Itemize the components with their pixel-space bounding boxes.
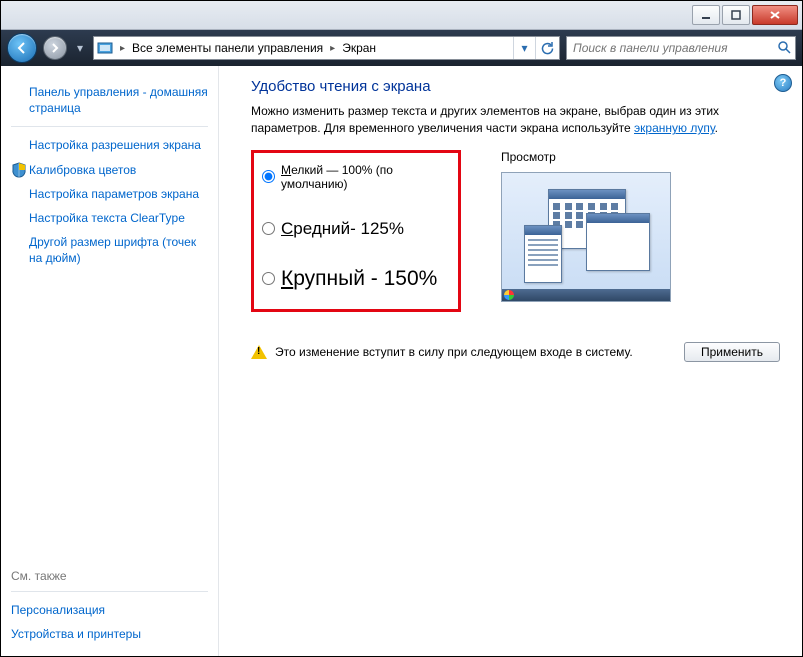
breadcrumb-segment[interactable]: Экран xyxy=(341,41,377,55)
separator xyxy=(11,591,208,592)
option-medium[interactable]: Средний- 125% xyxy=(262,219,450,239)
back-button[interactable] xyxy=(7,33,37,63)
option-label: Мелкий — 100% (по умолчанию) xyxy=(281,163,450,191)
radio-medium[interactable] xyxy=(262,222,275,235)
size-options-group: Мелкий — 100% (по умолчанию) Средний- 12… xyxy=(251,150,461,312)
preview-image xyxy=(501,172,671,302)
magnifier-link[interactable]: экранную лупу xyxy=(634,121,715,135)
preview-column: Просмотр xyxy=(501,150,671,312)
page-description: Можно изменить размер текста и других эл… xyxy=(251,103,780,138)
forward-button[interactable] xyxy=(43,36,67,60)
control-panel-home-link[interactable]: Панель управления - домашняя страница xyxy=(11,80,208,120)
preview-label: Просмотр xyxy=(501,150,671,164)
shield-icon xyxy=(11,162,27,178)
location-icon xyxy=(96,39,114,57)
breadcrumb-segment[interactable]: Все элементы панели управления xyxy=(131,41,324,55)
sidebar-link-resolution[interactable]: Настройка разрешения экрана xyxy=(11,133,208,157)
page-title: Удобство чтения с экрана xyxy=(251,78,780,95)
sidebar-link-calibrate[interactable]: Калибровка цветов xyxy=(29,158,136,182)
warning-text: Это изменение вступит в силу при следующ… xyxy=(275,345,633,359)
option-label: Крупный - 150% xyxy=(281,267,437,291)
see-also-heading: См. также xyxy=(11,569,208,585)
navigation-bar: ▾ ▸ Все элементы панели управления ▸ Экр… xyxy=(1,30,802,66)
search-input[interactable] xyxy=(571,40,777,56)
warning-icon xyxy=(251,345,267,359)
desc-text-end: . xyxy=(715,121,718,135)
control-panel-window: ▾ ▸ Все элементы панели управления ▸ Экр… xyxy=(0,0,803,657)
sidebar-link-custom-dpi[interactable]: Другой размер шрифта (точек на дюйм) xyxy=(11,230,208,270)
history-dropdown[interactable]: ▾ xyxy=(73,36,87,60)
sidebar-link-display-settings[interactable]: Настройка параметров экрана xyxy=(11,182,208,206)
help-icon[interactable]: ? xyxy=(774,74,792,92)
radio-small[interactable] xyxy=(262,170,275,183)
separator xyxy=(11,126,208,127)
refresh-button[interactable] xyxy=(535,37,557,59)
apply-button[interactable]: Применить xyxy=(684,342,780,362)
option-large[interactable]: Крупный - 150% xyxy=(262,267,450,291)
breadcrumb-arrow-icon: ▸ xyxy=(328,43,337,54)
breadcrumb-arrow-icon: ▸ xyxy=(118,43,127,54)
titlebar xyxy=(1,1,802,30)
close-button[interactable] xyxy=(752,5,798,25)
body: Панель управления - домашняя страница На… xyxy=(1,66,802,656)
address-bar[interactable]: ▸ Все элементы панели управления ▸ Экран… xyxy=(93,36,560,60)
option-label: Средний- 125% xyxy=(281,219,404,239)
address-dropdown-icon[interactable]: ▾ xyxy=(513,37,535,59)
search-box[interactable] xyxy=(566,36,796,60)
see-also-devices[interactable]: Устройства и принтеры xyxy=(11,622,208,646)
minimize-button[interactable] xyxy=(692,5,720,25)
option-small[interactable]: Мелкий — 100% (по умолчанию) xyxy=(262,163,450,191)
sidebar-link-cleartype[interactable]: Настройка текста ClearType xyxy=(11,206,208,230)
radio-large[interactable] xyxy=(262,272,275,285)
warning-row: Это изменение вступит в силу при следующ… xyxy=(251,342,780,362)
search-icon[interactable] xyxy=(777,40,791,57)
sidebar: Панель управления - домашняя страница На… xyxy=(1,66,218,656)
content-pane: ? Удобство чтения с экрана Можно изменит… xyxy=(218,66,802,656)
see-also-personalization[interactable]: Персонализация xyxy=(11,598,208,622)
maximize-button[interactable] xyxy=(722,5,750,25)
